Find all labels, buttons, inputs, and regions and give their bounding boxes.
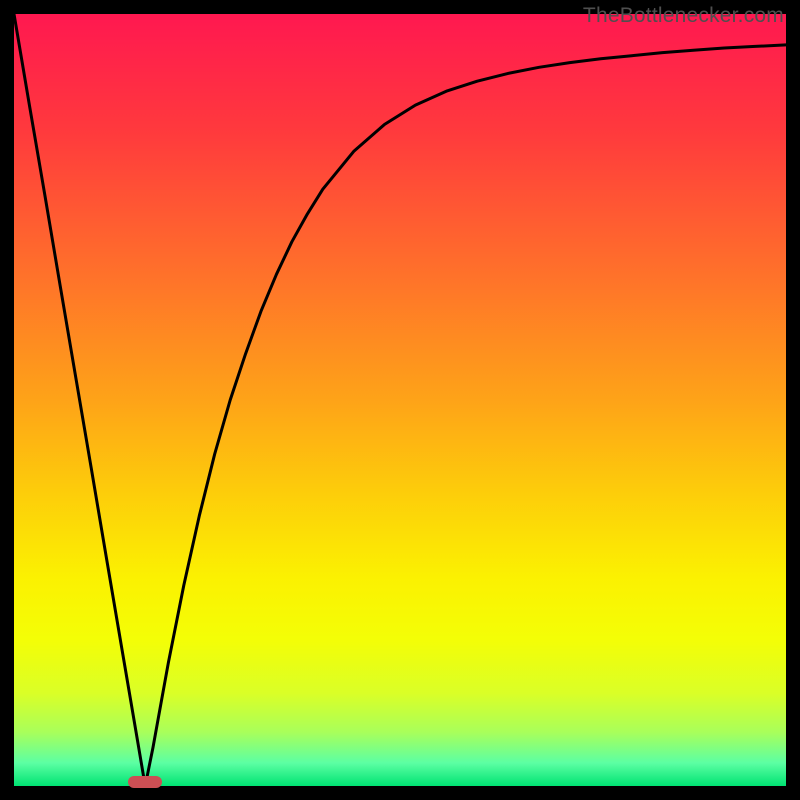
optimal-range-marker bbox=[128, 776, 162, 788]
bottleneck-curve bbox=[14, 14, 786, 786]
plot-frame bbox=[14, 14, 786, 786]
watermark-text: TheBottlenecker.com bbox=[583, 4, 784, 28]
